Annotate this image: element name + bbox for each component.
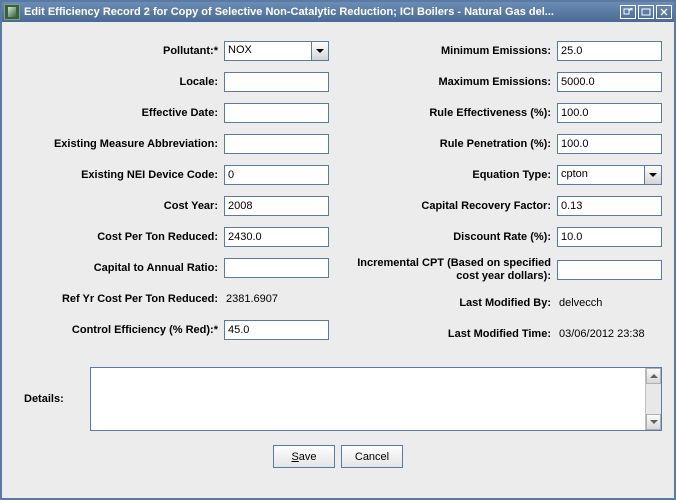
max-emissions-input[interactable] xyxy=(557,72,662,92)
existing-nei-device-code-label: Existing NEI Device Code: xyxy=(14,169,224,181)
capital-recovery-factor-label: Capital Recovery Factor: xyxy=(347,200,557,212)
min-emissions-row: Minimum Emissions: xyxy=(347,40,662,62)
last-modified-time-value: 03/06/2012 23:38 xyxy=(557,328,662,340)
rule-effectiveness-label: Rule Effectiveness (%): xyxy=(347,107,557,119)
locale-label: Locale: xyxy=(14,76,224,88)
existing-measure-abbrev-input[interactable] xyxy=(224,134,329,154)
pollutant-value: NOX xyxy=(225,42,311,60)
chevron-up-icon xyxy=(650,374,658,378)
button-row: Save Cancel xyxy=(14,445,662,468)
cost-per-ton-reduced-label: Cost Per Ton Reduced: xyxy=(14,231,224,243)
incremental-cpt-row: Incremental CPT (Based on specified cost… xyxy=(347,257,662,283)
max-emissions-row: Maximum Emissions: xyxy=(347,71,662,93)
ref-yr-cost-per-ton-row: Ref Yr Cost Per Ton Reduced: 2381.6907 xyxy=(14,288,329,310)
cancel-button[interactable]: Cancel xyxy=(341,445,403,468)
equation-type-combo[interactable]: cpton xyxy=(557,165,662,185)
chevron-down-icon xyxy=(650,420,658,424)
pollutant-combo[interactable]: NOX xyxy=(224,41,329,61)
control-efficiency-label: Control Efficiency (% Red):* xyxy=(14,324,224,336)
detach-button[interactable] xyxy=(620,5,636,19)
existing-nei-device-code-row: Existing NEI Device Code: xyxy=(14,164,329,186)
maximize-icon xyxy=(641,8,651,16)
rule-effectiveness-row: Rule Effectiveness (%): xyxy=(347,102,662,124)
rule-effectiveness-input[interactable] xyxy=(557,103,662,123)
incremental-cpt-label: Incremental CPT (Based on specified cost… xyxy=(347,257,557,283)
control-efficiency-input[interactable] xyxy=(224,320,329,340)
scroll-down-button[interactable] xyxy=(646,414,661,430)
form-columns: Pollutant:* NOX Locale: Effective Date: xyxy=(14,40,662,345)
incremental-cpt-input[interactable] xyxy=(557,260,662,280)
detach-icon xyxy=(623,8,633,16)
details-scrollbar[interactable] xyxy=(645,368,661,430)
min-emissions-label: Minimum Emissions: xyxy=(347,45,557,57)
equation-type-row: Equation Type: cpton xyxy=(347,164,662,186)
maximize-button[interactable] xyxy=(638,5,654,19)
right-column: Minimum Emissions: Maximum Emissions: Ru… xyxy=(347,40,662,345)
capital-to-annual-ratio-input[interactable] xyxy=(224,258,329,278)
save-button[interactable]: Save xyxy=(273,445,335,468)
control-efficiency-row: Control Efficiency (% Red):* xyxy=(14,319,329,341)
existing-measure-abbrev-row: Existing Measure Abbreviation: xyxy=(14,133,329,155)
scroll-up-button[interactable] xyxy=(646,368,661,384)
last-modified-by-row: Last Modified By: delvecch xyxy=(347,292,662,314)
pollutant-label: Pollutant:* xyxy=(14,45,224,57)
existing-nei-device-code-input[interactable] xyxy=(224,165,329,185)
last-modified-by-value: delvecch xyxy=(557,297,662,309)
left-column: Pollutant:* NOX Locale: Effective Date: xyxy=(14,40,329,345)
effective-date-label: Effective Date: xyxy=(14,107,224,119)
pollutant-row: Pollutant:* NOX xyxy=(14,40,329,62)
cost-per-ton-reduced-row: Cost Per Ton Reduced: xyxy=(14,226,329,248)
discount-rate-input[interactable] xyxy=(557,227,662,247)
close-icon xyxy=(659,8,669,16)
cost-year-input[interactable] xyxy=(224,196,329,216)
cost-year-row: Cost Year: xyxy=(14,195,329,217)
rule-penetration-label: Rule Penetration (%): xyxy=(347,138,557,150)
equation-type-value: cpton xyxy=(558,166,644,184)
titlebar: Edit Efficiency Record 2 for Copy of Sel… xyxy=(2,2,674,22)
last-modified-by-label: Last Modified By: xyxy=(347,297,557,309)
chevron-down-icon xyxy=(649,173,657,177)
details-row: Details: xyxy=(14,367,662,431)
last-modified-time-row: Last Modified Time: 03/06/2012 23:38 xyxy=(347,323,662,345)
equation-type-combo-button[interactable] xyxy=(644,166,661,184)
content-area: Pollutant:* NOX Locale: Effective Date: xyxy=(2,22,674,498)
equation-type-label: Equation Type: xyxy=(347,169,557,181)
effective-date-input[interactable] xyxy=(224,103,329,123)
locale-input[interactable] xyxy=(224,72,329,92)
min-emissions-input[interactable] xyxy=(557,41,662,61)
cost-year-label: Cost Year: xyxy=(14,200,224,212)
existing-measure-abbrev-label: Existing Measure Abbreviation: xyxy=(14,138,224,150)
details-textarea-wrap xyxy=(90,367,662,431)
capital-to-annual-ratio-row: Capital to Annual Ratio: xyxy=(14,257,329,279)
window-frame: Edit Efficiency Record 2 for Copy of Sel… xyxy=(0,0,676,500)
cost-per-ton-reduced-input[interactable] xyxy=(224,227,329,247)
discount-rate-label: Discount Rate (%): xyxy=(347,231,557,243)
app-icon xyxy=(4,4,20,20)
ref-yr-cost-per-ton-value: 2381.6907 xyxy=(224,293,329,305)
max-emissions-label: Maximum Emissions: xyxy=(347,76,557,88)
chevron-down-icon xyxy=(316,49,324,53)
pollutant-combo-button[interactable] xyxy=(311,42,328,60)
window-title: Edit Efficiency Record 2 for Copy of Sel… xyxy=(24,6,618,18)
capital-to-annual-ratio-label: Capital to Annual Ratio: xyxy=(14,262,224,274)
close-button[interactable] xyxy=(656,5,672,19)
rule-penetration-input[interactable] xyxy=(557,134,662,154)
capital-recovery-factor-row: Capital Recovery Factor: xyxy=(347,195,662,217)
rule-penetration-row: Rule Penetration (%): xyxy=(347,133,662,155)
locale-row: Locale: xyxy=(14,71,329,93)
effective-date-row: Effective Date: xyxy=(14,102,329,124)
details-label: Details: xyxy=(14,393,84,405)
last-modified-time-label: Last Modified Time: xyxy=(347,328,557,340)
details-textarea[interactable] xyxy=(91,368,645,430)
capital-recovery-factor-input[interactable] xyxy=(557,196,662,216)
discount-rate-row: Discount Rate (%): xyxy=(347,226,662,248)
ref-yr-cost-per-ton-label: Ref Yr Cost Per Ton Reduced: xyxy=(14,293,224,305)
